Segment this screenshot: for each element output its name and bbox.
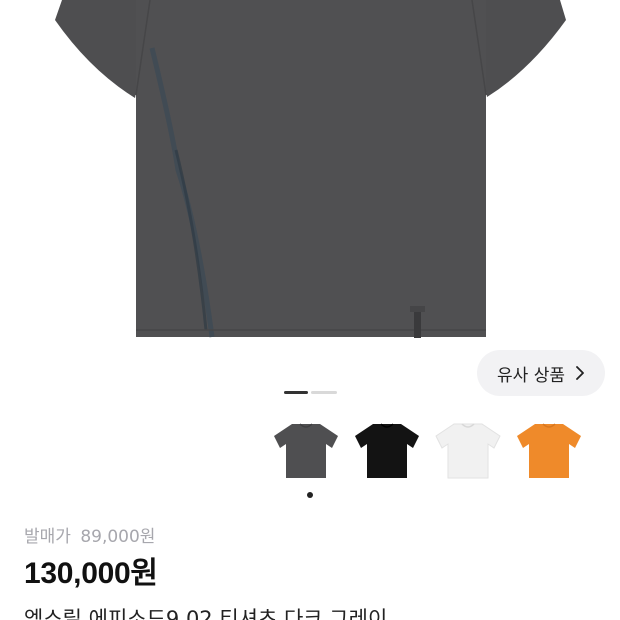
product-page: 유사 상품 발매가 89,000원 130,000원 엠스릴 에피소드9.02 … xyxy=(0,0,620,620)
swatch-dark-gray[interactable] xyxy=(270,416,342,486)
product-image[interactable] xyxy=(0,0,620,345)
original-price-label: 발매가 xyxy=(24,527,71,547)
chevron-right-icon xyxy=(576,366,584,380)
color-swatches xyxy=(270,416,600,486)
swatch-orange[interactable] xyxy=(513,416,585,486)
swatch-black[interactable] xyxy=(351,416,423,486)
product-title: 엠스릴 에피소드9.02 티셔츠 다크 그레이 xyxy=(24,607,388,620)
original-price: 발매가 89,000원 xyxy=(24,522,155,547)
selected-swatch-dot xyxy=(307,492,313,498)
carousel-indicator[interactable] xyxy=(311,391,337,394)
similar-products-button[interactable]: 유사 상품 xyxy=(477,350,605,396)
original-price-value: 89,000원 xyxy=(80,527,156,547)
current-price: 130,000원 xyxy=(24,557,158,590)
similar-products-label: 유사 상품 xyxy=(497,365,565,386)
carousel-indicator-active[interactable] xyxy=(284,391,308,394)
swatch-white[interactable] xyxy=(432,416,504,486)
